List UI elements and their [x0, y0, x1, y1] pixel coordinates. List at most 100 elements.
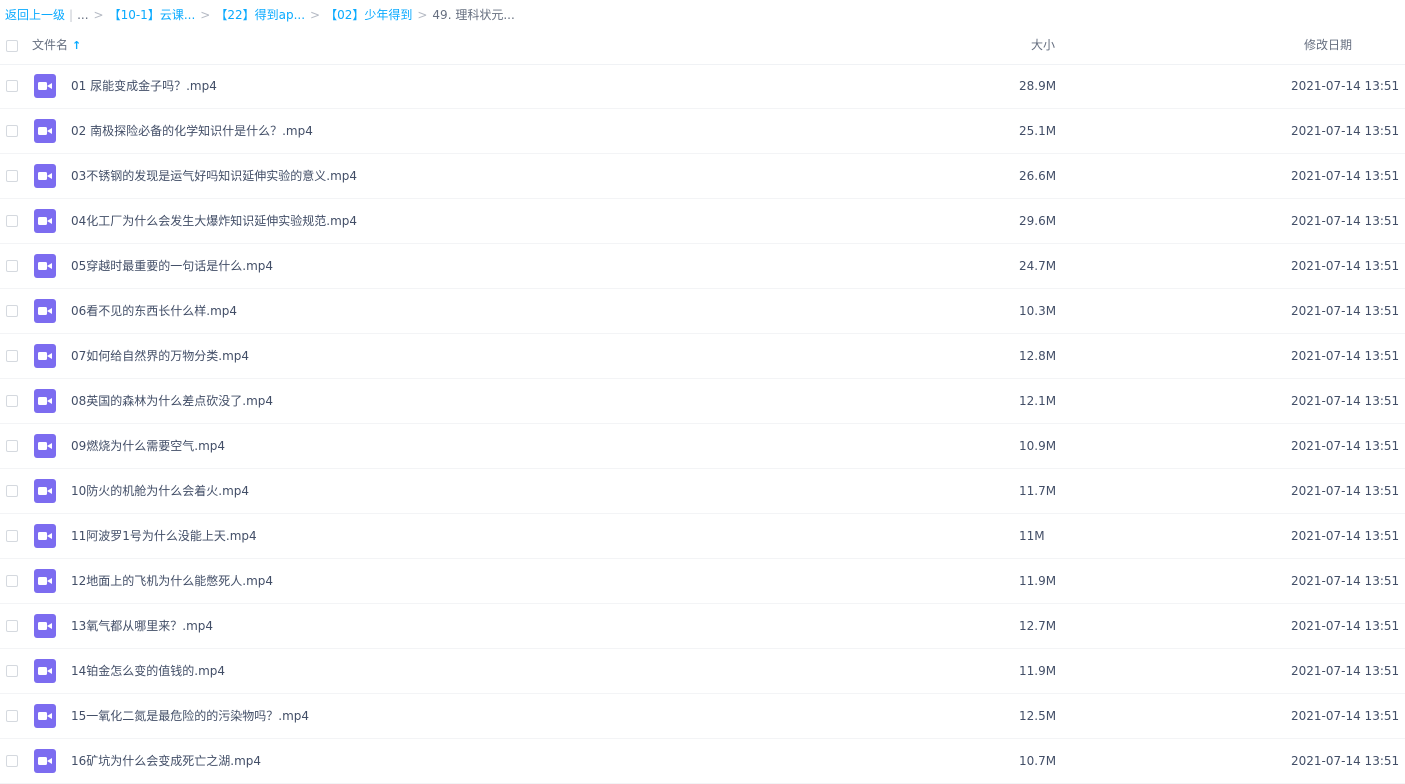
video-camera-icon [38, 397, 52, 405]
video-file-icon [34, 209, 56, 233]
file-checkbox[interactable] [6, 260, 18, 272]
file-size: 10.9M [1019, 439, 1057, 453]
file-name[interactable]: 13氧气都从哪里来？.mp4 [71, 604, 213, 648]
video-file-icon [34, 524, 56, 548]
file-checkbox[interactable] [6, 80, 18, 92]
video-file-icon [34, 434, 56, 458]
file-modified-date: 2021-07-14 13:51 [1291, 349, 1400, 363]
file-modified-date: 2021-07-14 13:51 [1291, 259, 1400, 273]
file-modified-date: 2021-07-14 13:51 [1291, 529, 1400, 543]
video-file-icon [34, 749, 56, 773]
file-checkbox[interactable] [6, 575, 18, 587]
video-file-icon [34, 299, 56, 323]
file-row[interactable]: 13氧气都从哪里来？.mp4 12.7M 2021-07-14 13:51 [0, 604, 1405, 649]
file-checkbox[interactable] [6, 305, 18, 317]
column-header-modified[interactable]: 修改日期 [1304, 31, 1352, 59]
video-file-icon [34, 569, 56, 593]
file-row[interactable]: 08英国的森林为什么差点砍没了.mp4 12.1M 2021-07-14 13:51 [0, 379, 1405, 424]
breadcrumb-current: 49. 理科状元... [432, 8, 515, 22]
file-row[interactable]: 15一氧化二氮是最危险的的污染物吗？.mp4 12.5M 2021-07-14 13… [0, 694, 1405, 739]
file-name[interactable]: 12地面上的飞机为什么能憋死人.mp4 [71, 559, 273, 603]
back-link[interactable]: 返回上一级 [5, 8, 65, 22]
file-size: 11.7M [1019, 484, 1057, 498]
video-camera-icon [38, 172, 52, 180]
file-row[interactable]: 07如何给自然界的万物分类.mp4 12.8M 2021-07-14 13:51 [0, 334, 1405, 379]
file-modified-date: 2021-07-14 13:51 [1291, 394, 1400, 408]
file-list-header: 文件名 ↑ 大小 修改日期 [0, 31, 1405, 65]
file-name[interactable]: 10防火的机舱为什么会着火.mp4 [71, 469, 249, 513]
file-name[interactable]: 04化工厂为什么会发生大爆炸知识延伸实验规范.mp4 [71, 199, 357, 243]
file-checkbox[interactable] [6, 620, 18, 632]
video-camera-icon [38, 82, 52, 90]
file-name[interactable]: 14铂金怎么变的值钱的.mp4 [71, 649, 225, 693]
file-name[interactable]: 02 南极探险必备的化学知识什是什么？.mp4 [71, 109, 313, 153]
breadcrumb-ellipsis[interactable]: ... [77, 8, 88, 22]
file-size: 28.9M [1019, 79, 1057, 93]
column-header-size[interactable]: 大小 [1031, 31, 1055, 59]
video-camera-icon [38, 262, 52, 270]
file-size: 26.6M [1019, 169, 1057, 183]
file-row[interactable]: 04化工厂为什么会发生大爆炸知识延伸实验规范.mp4 29.6M 2021-07-1… [0, 199, 1405, 244]
file-checkbox[interactable] [6, 440, 18, 452]
file-modified-date: 2021-07-14 13:51 [1291, 619, 1400, 633]
file-checkbox[interactable] [6, 755, 18, 767]
file-size: 12.8M [1019, 349, 1057, 363]
file-modified-date: 2021-07-14 13:51 [1291, 124, 1400, 138]
video-file-icon [34, 164, 56, 188]
file-size: 11.9M [1019, 664, 1057, 678]
file-row[interactable]: 11阿波罗1号为什么没能上天.mp4 11M 2021-07-14 13:51 [0, 514, 1405, 559]
file-modified-date: 2021-07-14 13:51 [1291, 214, 1400, 228]
file-checkbox[interactable] [6, 125, 18, 137]
file-size: 12.7M [1019, 619, 1057, 633]
video-file-icon [34, 704, 56, 728]
file-modified-date: 2021-07-14 13:51 [1291, 754, 1400, 768]
file-name[interactable]: 06看不见的东西长什么样.mp4 [71, 289, 237, 333]
video-file-icon [34, 74, 56, 98]
file-row[interactable]: 02 南极探险必备的化学知识什是什么？.mp4 25.1M 2021-07-14 1… [0, 109, 1405, 154]
file-name[interactable]: 11阿波罗1号为什么没能上天.mp4 [71, 514, 257, 558]
file-row[interactable]: 16矿坑为什么会变成死亡之湖.mp4 10.7M 2021-07-14 13:51 [0, 739, 1405, 784]
file-row[interactable]: 01 尿能变成金子吗？.mp4 28.9M 2021-07-14 13:51 [0, 64, 1405, 109]
file-name[interactable]: 01 尿能变成金子吗？.mp4 [71, 64, 217, 108]
file-checkbox[interactable] [6, 395, 18, 407]
file-list: 01 尿能变成金子吗？.mp4 28.9M 2021-07-14 13:51 02 南… [0, 64, 1405, 784]
file-checkbox[interactable] [6, 485, 18, 497]
file-checkbox[interactable] [6, 170, 18, 182]
file-checkbox[interactable] [6, 710, 18, 722]
file-name[interactable]: 16矿坑为什么会变成死亡之湖.mp4 [71, 739, 261, 783]
file-row[interactable]: 05穿越时最重要的一句话是什么.mp4 24.7M 2021-07-14 13:51 [0, 244, 1405, 289]
file-row[interactable]: 10防火的机舱为什么会着火.mp4 11.7M 2021-07-14 13:51 [0, 469, 1405, 514]
file-row[interactable]: 06看不见的东西长什么样.mp4 10.3M 2021-07-14 13:51 [0, 289, 1405, 334]
file-modified-date: 2021-07-14 13:51 [1291, 304, 1400, 318]
breadcrumb-item[interactable]: 【02】少年得到 [325, 8, 412, 22]
file-modified-date: 2021-07-14 13:51 [1291, 439, 1400, 453]
video-file-icon [34, 344, 56, 368]
arrow-up-icon[interactable]: ↑ [72, 39, 81, 52]
file-row[interactable]: 14铂金怎么变的值钱的.mp4 11.9M 2021-07-14 13:51 [0, 649, 1405, 694]
file-name[interactable]: 03不锈钢的发现是运气好吗知识延伸实验的意义.mp4 [71, 154, 357, 198]
file-name[interactable]: 08英国的森林为什么差点砍没了.mp4 [71, 379, 273, 423]
file-size: 10.7M [1019, 754, 1057, 768]
file-checkbox[interactable] [6, 215, 18, 227]
file-row[interactable]: 03不锈钢的发现是运气好吗知识延伸实验的意义.mp4 26.6M 2021-07-1… [0, 154, 1405, 199]
column-header-name[interactable]: 文件名 ↑ [32, 31, 81, 60]
breadcrumb-separator: > [417, 8, 428, 22]
breadcrumb-item[interactable]: 【10-1】云课... [109, 8, 196, 22]
file-checkbox[interactable] [6, 530, 18, 542]
video-camera-icon [38, 757, 52, 765]
file-name[interactable]: 09燃烧为什么需要空气.mp4 [71, 424, 225, 468]
file-checkbox[interactable] [6, 665, 18, 677]
file-name[interactable]: 07如何给自然界的万物分类.mp4 [71, 334, 249, 378]
select-all-checkbox[interactable] [6, 40, 18, 52]
file-checkbox[interactable] [6, 350, 18, 362]
file-row[interactable]: 12地面上的飞机为什么能憋死人.mp4 11.9M 2021-07-14 13:51 [0, 559, 1405, 604]
breadcrumb-separator: > [310, 8, 321, 22]
file-size: 10.3M [1019, 304, 1057, 318]
breadcrumb-item[interactable]: 【22】得到ap... [215, 8, 305, 22]
file-size: 29.6M [1019, 214, 1057, 228]
file-row[interactable]: 09燃烧为什么需要空气.mp4 10.9M 2021-07-14 13:51 [0, 424, 1405, 469]
file-name[interactable]: 05穿越时最重要的一句话是什么.mp4 [71, 244, 273, 288]
file-size: 24.7M [1019, 259, 1057, 273]
file-name[interactable]: 15一氧化二氮是最危险的的污染物吗？.mp4 [71, 694, 309, 738]
file-modified-date: 2021-07-14 13:51 [1291, 79, 1400, 93]
